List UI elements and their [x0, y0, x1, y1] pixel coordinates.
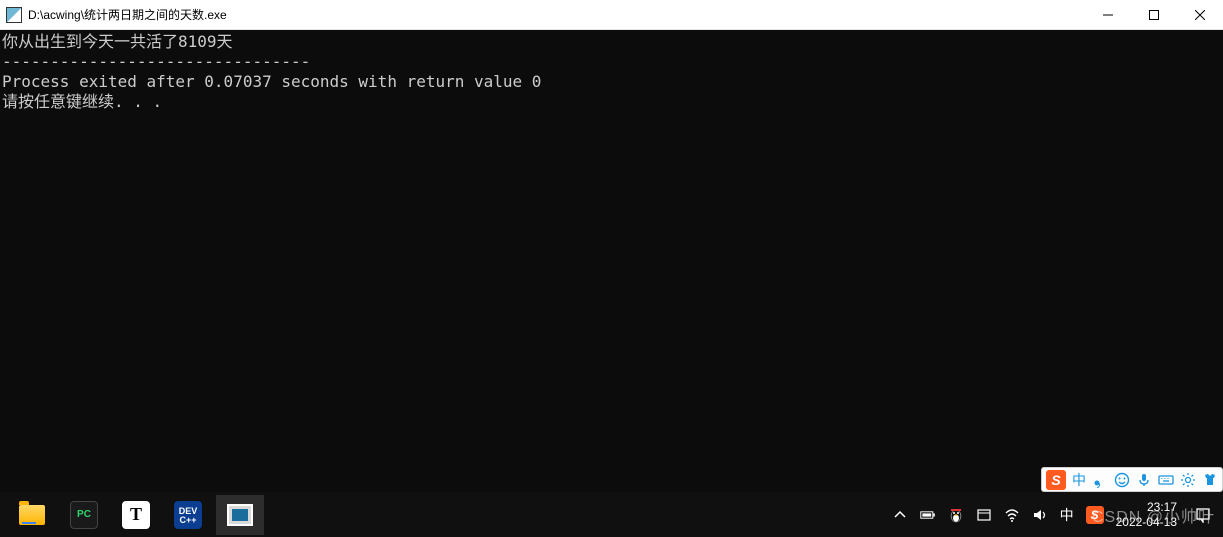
tray-notifications[interactable]: [1189, 507, 1217, 523]
tray-wifi[interactable]: [1004, 507, 1020, 523]
taskbar-app-typora[interactable]: T: [112, 495, 160, 535]
minimize-icon: [1103, 10, 1113, 20]
taskbar-app-pycharm[interactable]: PC: [60, 495, 108, 535]
gear-icon: [1180, 472, 1196, 488]
taskbar-app-devcpp[interactable]: DEV C++: [164, 495, 212, 535]
punct-icon: [1092, 472, 1108, 488]
pycharm-icon: PC: [70, 501, 98, 529]
title-bar: D:\acwing\统计两日期之间的天数.exe: [0, 0, 1223, 30]
ime-keyboard-button[interactable]: [1158, 472, 1174, 488]
taskbar-app-explorer[interactable]: [8, 495, 56, 535]
battery-icon: [920, 507, 936, 523]
keyboard-icon: [1158, 472, 1174, 488]
smiley-icon: [1114, 472, 1130, 488]
taskbar: PC T DEV C++ 中 S 23: [0, 492, 1223, 537]
close-icon: [1195, 10, 1205, 20]
app-icon: [6, 7, 22, 23]
maximize-icon: [1149, 10, 1159, 20]
ime-settings-button[interactable]: [1180, 472, 1196, 488]
chevron-up-icon: [892, 507, 908, 523]
console-line: --------------------------------: [2, 52, 310, 71]
speaker-icon: [1032, 507, 1048, 523]
console-line: 请按任意键继续. . .: [2, 92, 162, 111]
tray-sogou[interactable]: S: [1086, 506, 1104, 524]
ime-toolbar[interactable]: S 中: [1041, 467, 1223, 492]
folder-icon: [19, 505, 45, 525]
notification-icon: [1195, 507, 1211, 523]
ime-skin-button[interactable]: [1202, 472, 1218, 488]
taskbar-apps: PC T DEV C++: [0, 492, 264, 537]
mic-icon: [1136, 472, 1152, 488]
tray-battery[interactable]: [920, 507, 936, 523]
system-tray: 中 S 23:17 2022-04-13: [892, 492, 1223, 537]
window-controls: [1085, 0, 1223, 29]
box-icon: [976, 507, 992, 523]
penguin-icon: [948, 507, 964, 523]
tray-volume[interactable]: [1032, 507, 1048, 523]
close-button[interactable]: [1177, 0, 1223, 29]
console-line: 你从出生到今天一共活了8109天: [2, 32, 233, 51]
wifi-icon: [1004, 507, 1020, 523]
tshirt-icon: [1202, 472, 1218, 488]
tray-ime-indicator[interactable]: 中: [1060, 505, 1074, 525]
devcpp-icon: DEV C++: [174, 501, 202, 529]
ime-voice-button[interactable]: [1136, 472, 1152, 488]
ime-emoji-button[interactable]: [1114, 472, 1130, 488]
ime-punct-toggle[interactable]: [1092, 472, 1108, 488]
window-title: D:\acwing\统计两日期之间的天数.exe: [28, 6, 1085, 23]
taskbar-app-console[interactable]: [216, 495, 264, 535]
console-line: Process exited after 0.07037 seconds wit…: [2, 72, 541, 91]
tray-chevron-up[interactable]: [892, 507, 908, 523]
minimize-button[interactable]: [1085, 0, 1131, 29]
typora-icon: T: [122, 501, 150, 529]
tray-app[interactable]: [976, 507, 992, 523]
console-output[interactable]: 你从出生到今天一共活了8109天 -----------------------…: [0, 30, 1223, 492]
maximize-button[interactable]: [1131, 0, 1177, 29]
clock-time: 23:17: [1116, 500, 1177, 514]
tray-qq[interactable]: [948, 507, 964, 523]
tray-clock[interactable]: 23:17 2022-04-13: [1116, 500, 1177, 529]
sogou-logo-icon[interactable]: S: [1046, 470, 1066, 490]
console-window-icon: [227, 504, 253, 526]
ime-lang-toggle[interactable]: 中: [1072, 470, 1086, 490]
clock-date: 2022-04-13: [1116, 515, 1177, 529]
